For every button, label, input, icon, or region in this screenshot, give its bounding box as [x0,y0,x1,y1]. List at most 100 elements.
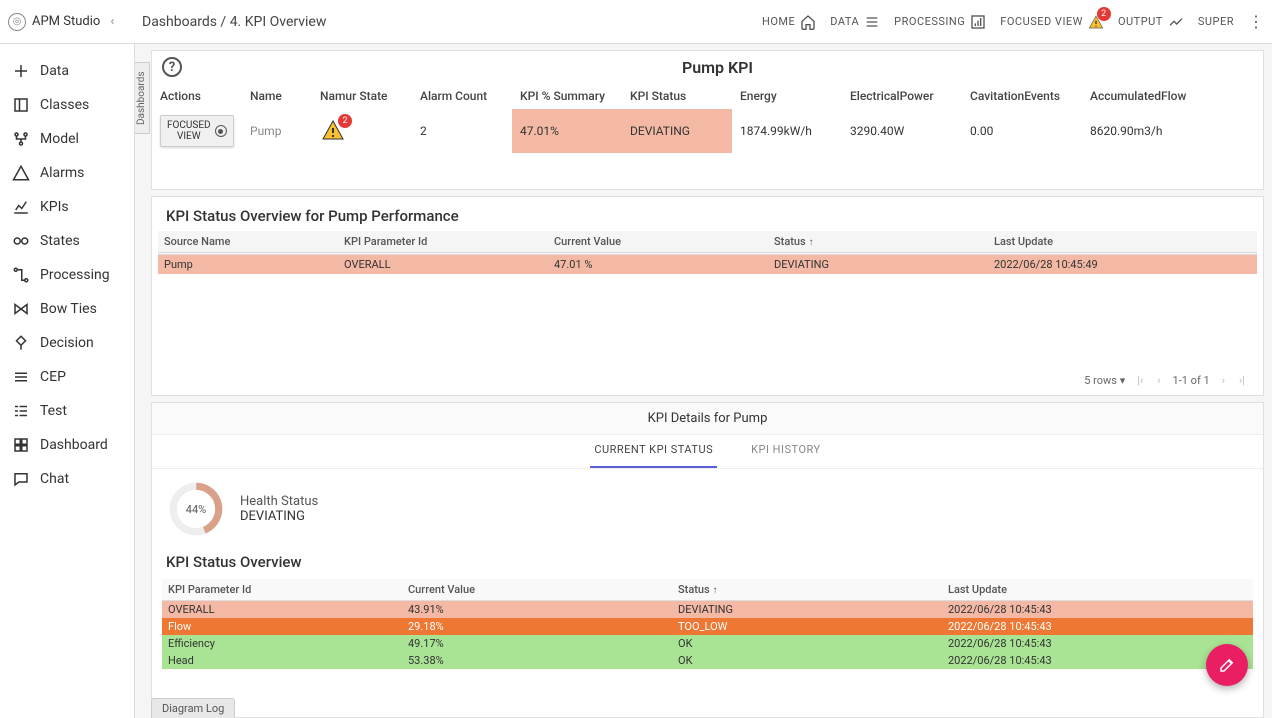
chat-icon [12,470,30,488]
namur-warning-icon: 2 [320,118,346,145]
top-nav: HOME DATA PROCESSING FOCUSED VIEW 2 OUTP… [762,12,1264,31]
st-col-param[interactable]: KPI Parameter Id [162,579,402,601]
ov-col-status[interactable]: Status ↑ [768,231,988,253]
dashboards-side-tab[interactable]: Dashboards [135,62,150,134]
st-col-status[interactable]: Status ↑ [672,579,942,601]
ov-col-value[interactable]: Current Value [548,231,768,253]
nav-home[interactable]: HOME [762,14,816,30]
sidebar-item-alarms[interactable]: Alarms [0,156,134,190]
cell-energy: 1874.99kW/h [732,109,842,153]
last-page-icon[interactable]: ›| [1237,374,1247,387]
st-cell-updated: 2022/06/28 10:45:43 [942,618,1253,635]
cell-cav: 0.00 [962,109,1082,153]
sidebar-item-chat[interactable]: Chat [0,462,134,496]
nav-data[interactable]: DATA [830,14,880,30]
sidebar-item-decision[interactable]: Decision [0,326,134,360]
diagram-log-tab[interactable]: Diagram Log [151,698,235,718]
st-cell-updated: 2022/06/28 10:45:43 [942,635,1253,652]
bowtie-icon [12,300,30,318]
tab-kpi-history[interactable]: KPI HISTORY [747,435,825,468]
next-page-icon[interactable]: › [1220,374,1227,387]
sidebar-item-label: Processing [40,267,110,283]
sort-asc-icon: ↑ [712,585,717,596]
table-row[interactable]: Efficiency49.17%OK2022/06/28 10:45:43 [162,635,1253,652]
nav-focused-label: FOCUSED VIEW [1000,15,1083,28]
nav-data-label: DATA [830,15,859,28]
health-row: 44% Health Status DEVIATING [152,469,1263,549]
pager: 5 rows ▾ |‹ ‹ 1-1 of 1 › ›| [156,368,1259,391]
sidebar-item-test[interactable]: Test [0,394,134,428]
prev-page-icon[interactable]: ‹ [1155,374,1162,387]
nav-home-label: HOME [762,15,795,28]
pencil-icon [1218,656,1236,674]
kpi-status-title: KPI Status Overview [152,549,1263,579]
alert-icon [12,164,30,182]
ov-col-param[interactable]: KPI Parameter Id [338,231,548,253]
table-row[interactable]: Flow29.18%TOO_LOW2022/06/28 10:45:43 [162,618,1253,635]
st-cell-param: OVERALL [162,601,402,619]
sidebar-item-kpis[interactable]: KPIs [0,190,134,224]
col-alarm: Alarm Count [412,83,512,109]
ov-cell-param: OVERALL [338,255,548,275]
page-size[interactable]: 5 rows ▾ [1084,374,1125,387]
health-label: Health Status [240,494,318,509]
layout-icon [12,96,30,114]
app-name: APM Studio [32,14,100,29]
nav-processing-label: PROCESSING [894,15,965,28]
table-row[interactable]: FOCUSED VIEW Pump 2 2 47.01% DEVIATING 1… [152,109,1263,153]
sidebar-item-dashboard[interactable]: Dashboard [0,428,134,462]
ov-col-status-label: Status [774,235,806,248]
first-page-icon[interactable]: |‹ [1135,374,1145,387]
health-value: DEVIATING [240,509,318,524]
sidebar-item-label: KPIs [40,199,69,215]
nav-output[interactable]: OUTPUT [1118,14,1184,30]
topbar: ◎ APM Studio ‹ Dashboards / 4. KPI Overv… [0,0,1272,44]
sidebar-item-label: Classes [40,97,89,113]
sidebar-item-model[interactable]: Model [0,122,134,156]
ov-cell-value: 47.01 % [548,255,768,275]
st-col-updated[interactable]: Last Update [942,579,1253,601]
sidebar-item-label: Test [40,403,67,419]
st-cell-status: TOO_LOW [672,618,942,635]
donut-pct: 44% [166,479,226,539]
nav-processing[interactable]: PROCESSING [894,14,986,30]
sidebar-item-bowties[interactable]: Bow Ties [0,292,134,326]
sidebar-item-label: CEP [40,369,66,385]
edit-fab-button[interactable] [1206,644,1248,686]
ov-col-src[interactable]: Source Name [158,231,338,253]
nav-focused-view[interactable]: FOCUSED VIEW 2 [1000,14,1104,30]
sidebar-item-cep[interactable]: CEP [0,360,134,394]
collapse-sidebar-chevron-icon[interactable]: ‹ [110,14,114,29]
st-cell-param: Flow [162,618,402,635]
cell-kpi-pct: 47.01% [512,109,622,153]
nav-super[interactable]: SUPER [1198,15,1234,28]
sidebar-item-label: Decision [40,335,94,351]
st-cell-param: Efficiency [162,635,402,652]
focused-view-label: FOCUSED VIEW [167,120,211,142]
radio-icon [215,125,227,137]
table-row[interactable]: Pump OVERALL 47.01 % DEVIATING 2022/06/2… [158,255,1257,275]
list-icon [864,14,880,30]
st-col-value[interactable]: Current Value [402,579,672,601]
sidebar-item-processing[interactable]: Processing [0,258,134,292]
sidebar-item-states[interactable]: States [0,224,134,258]
sidebar-item-classes[interactable]: Classes [0,88,134,122]
sidebar-item-data[interactable]: Data [0,54,134,88]
breadcrumb-sep: / [220,14,226,30]
breadcrumb-root[interactable]: Dashboards [142,14,217,30]
focused-view-button[interactable]: FOCUSED VIEW [160,115,234,147]
sidebar-item-label: Bow Ties [40,301,97,317]
st-cell-value: 49.17% [402,635,672,652]
table-row[interactable]: OVERALL43.91%DEVIATING2022/06/28 10:45:4… [162,601,1253,619]
page-range: 1-1 of 1 [1173,374,1210,387]
nav-output-label: OUTPUT [1118,15,1163,28]
table-row[interactable]: Head53.38%OK2022/06/28 10:45:43 [162,652,1253,669]
st-cell-value: 43.91% [402,601,672,619]
ov-cell-src: Pump [158,255,338,275]
tab-current-kpi[interactable]: CURRENT KPI STATUS [590,435,717,468]
details-tabs: CURRENT KPI STATUS KPI HISTORY [152,435,1263,469]
more-menu-icon[interactable]: ⋮ [1248,12,1264,31]
help-icon[interactable]: ? [162,57,182,77]
ov-col-updated[interactable]: Last Update [988,231,1257,253]
home-icon [800,14,816,30]
